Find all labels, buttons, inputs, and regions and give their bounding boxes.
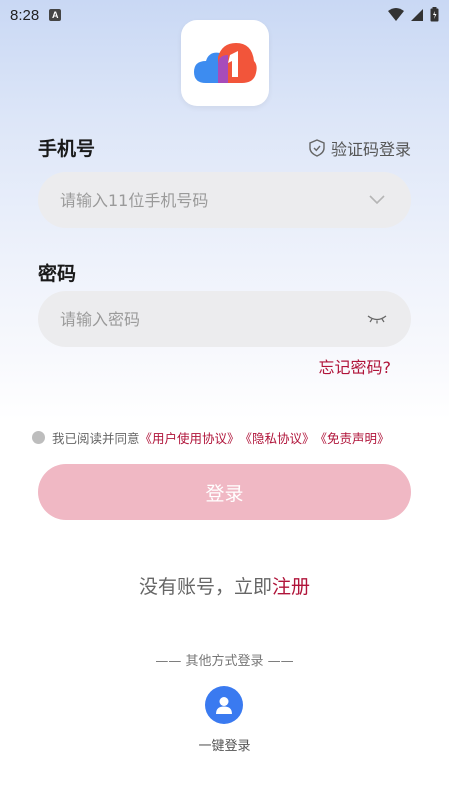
agreement-prefix: 我已阅读并同意 (52, 431, 140, 446)
password-input[interactable] (60, 309, 365, 329)
forgot-password-link[interactable]: 忘记密码? (319, 354, 392, 378)
agreement-checkbox[interactable] (32, 431, 45, 444)
disclaimer-link[interactable]: 《免责声明》 (315, 428, 390, 447)
user-icon (216, 697, 232, 714)
sms-login-button[interactable]: 验证码登录 (309, 136, 411, 160)
agreement-row: 我已阅读并同意 《用户使用协议》 《隐私协议》 《免责声明》 (32, 428, 390, 447)
status-time: 8:28 (10, 6, 40, 24)
status-icons (388, 7, 439, 22)
phone-input-box[interactable] (38, 172, 411, 228)
wifi-icon (388, 7, 404, 21)
register-prefix: 没有账号，立即 (138, 576, 272, 598)
password-input-box[interactable] (38, 291, 411, 347)
privacy-link[interactable]: 《隐私协议》 (240, 428, 315, 447)
one-key-login-label: 一键登录 (198, 739, 251, 754)
phone-label: 手机号 (38, 138, 96, 160)
chevron-down-icon[interactable] (365, 188, 389, 212)
app-logo (181, 20, 269, 106)
signal-icon (411, 8, 423, 21)
eye-closed-icon[interactable] (365, 307, 389, 331)
cloud-one-logo-icon (194, 43, 257, 83)
sms-login-label: 验证码登录 (330, 140, 411, 159)
register-link[interactable]: 注册 (272, 576, 310, 598)
notification-icon: A (49, 9, 62, 21)
password-label: 密码 (38, 263, 77, 285)
other-methods-divider: —— 其他方式登录 —— (155, 654, 294, 669)
shield-check-icon (309, 139, 325, 157)
phone-input[interactable] (60, 190, 365, 210)
register-row: 没有账号，立即注册 (0, 572, 449, 599)
user-agreement-link[interactable]: 《用户使用协议》 (140, 428, 240, 447)
battery-icon (430, 7, 439, 22)
login-button[interactable]: 登录 (38, 464, 411, 520)
one-key-login-button[interactable] (205, 686, 243, 724)
